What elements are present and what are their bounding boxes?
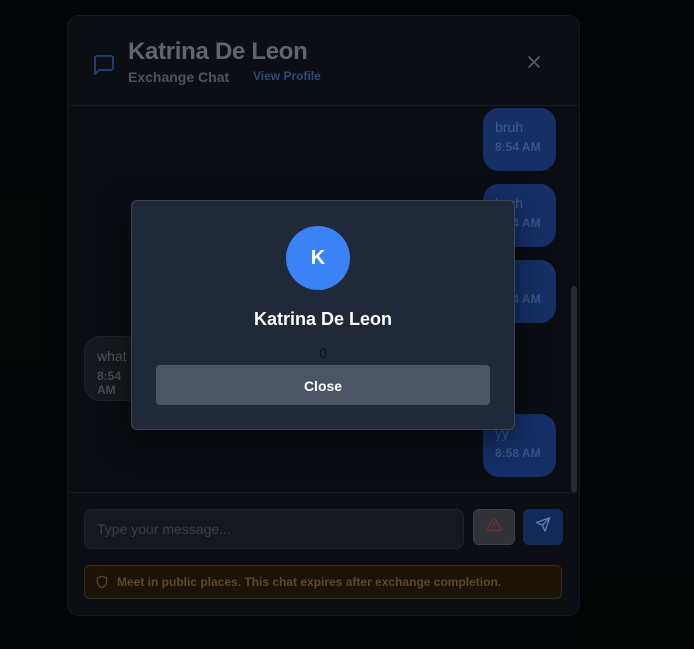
message-time: 8:58 AM (495, 446, 541, 460)
warning-icon (486, 517, 502, 538)
profile-name: Katrina De Leon (253, 309, 393, 329)
message-bubble-sent: bruh 8:54 AM (483, 108, 556, 171)
chat-partner-name: Katrina De Leon (128, 38, 308, 65)
safety-notice-text: Meet in public places. This chat expires… (117, 575, 502, 589)
message-time: 8:54 AM (97, 369, 122, 397)
chat-subtitle: Exchange Chat (128, 69, 230, 85)
shield-icon (95, 575, 109, 594)
background-shade (0, 200, 40, 360)
send-button[interactable] (523, 509, 563, 545)
message-input[interactable] (84, 509, 464, 549)
profile-modal: K Katrina De Leon 0 Close (131, 200, 515, 430)
message-scrollbar[interactable] (571, 286, 577, 492)
message-text: bruh (495, 119, 524, 135)
page: Katrina De Leon Exchange Chat View Profi… (0, 0, 694, 649)
view-profile-link[interactable]: View Profile (253, 69, 321, 83)
composer-area: Meet in public places. This chat expires… (68, 492, 579, 615)
report-button[interactable] (473, 509, 515, 545)
profile-count: 0 (319, 345, 327, 361)
chat-header: Katrina De Leon Exchange Chat View Profi… (68, 16, 579, 106)
safety-notice: Meet in public places. This chat expires… (84, 565, 562, 599)
send-icon (535, 517, 551, 538)
message-time: 8:54 AM (495, 140, 541, 154)
avatar: K (286, 226, 350, 290)
close-chat-button[interactable] (526, 55, 542, 71)
background-shade (584, 589, 694, 649)
close-button[interactable]: Close (156, 365, 490, 405)
message-text: what (97, 348, 127, 364)
chat-bubble-icon (92, 53, 116, 77)
close-icon (527, 53, 541, 73)
